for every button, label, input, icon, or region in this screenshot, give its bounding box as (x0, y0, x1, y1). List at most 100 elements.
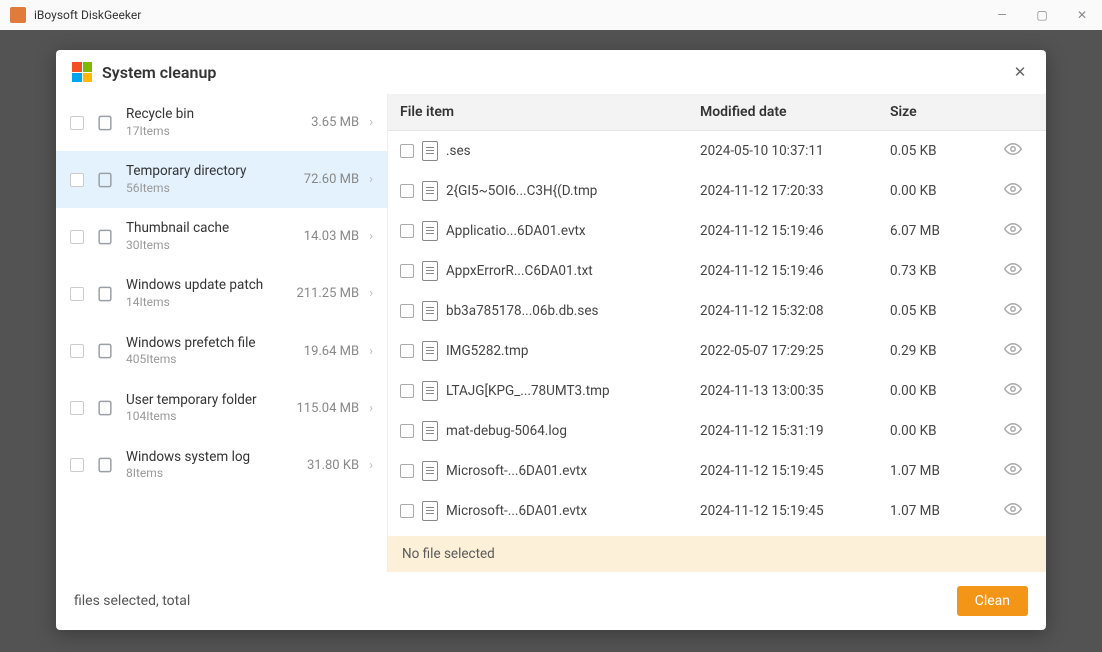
sidebar-item-user-temporary-folder[interactable]: User temporary folder104Items115.04 MB› (56, 380, 387, 437)
preview-icon[interactable] (1004, 180, 1034, 202)
close-dialog-button[interactable]: ✕ (1010, 62, 1030, 82)
preview-icon[interactable] (1004, 300, 1034, 322)
category-checkbox[interactable] (70, 116, 84, 130)
file-checkbox[interactable] (400, 224, 414, 238)
category-icon (94, 340, 116, 362)
file-name: bb3a785178...06b.db.ses (446, 303, 598, 319)
category-checkbox[interactable] (70, 173, 84, 187)
file-icon (422, 141, 438, 161)
category-checkbox[interactable] (70, 401, 84, 415)
category-name: User temporary folder (126, 392, 296, 410)
category-size: 14.03 MB (304, 229, 359, 244)
preview-icon[interactable] (1004, 420, 1034, 442)
maximize-button[interactable]: ▢ (1022, 0, 1062, 30)
file-size: 0.29 KB (890, 343, 1004, 359)
preview-icon[interactable] (1004, 460, 1034, 482)
table-row[interactable]: bb3a785178...06b.db.ses 2024-11-12 15:32:… (388, 291, 1046, 331)
file-checkbox[interactable] (400, 424, 414, 438)
category-checkbox[interactable] (70, 230, 84, 244)
file-size: 0.00 KB (890, 383, 1004, 399)
chevron-right-icon: › (369, 344, 373, 359)
category-size: 115.04 MB (296, 401, 359, 416)
file-modified-date: 2024-11-12 15:19:45 (700, 503, 890, 519)
file-checkbox[interactable] (400, 144, 414, 158)
table-row[interactable]: LTAJG[KPG_...78UMT3.tmp2024-11-13 13:00:… (388, 371, 1046, 411)
selection-status: No file selected (388, 536, 1046, 572)
footer-summary: files selected, total (74, 593, 190, 609)
sidebar-item-windows-system-log[interactable]: Windows system log8Items31.80 KB › (56, 437, 387, 494)
category-item-count: 8Items (126, 466, 307, 482)
category-name: Temporary directory (126, 163, 304, 181)
file-size: 1.07 MB (890, 503, 1004, 519)
column-size[interactable]: Size (890, 104, 1004, 120)
system-cleanup-dialog: System cleanup ✕ Recycle bin17Items3.65 … (56, 50, 1046, 630)
file-modified-date: 2024-11-12 15:31:19 (700, 423, 890, 439)
file-checkbox[interactable] (400, 504, 414, 518)
category-item-count: 17Items (126, 124, 311, 140)
category-checkbox[interactable] (70, 458, 84, 472)
sidebar-item-windows-update-patch[interactable]: Windows update patch14Items211.25 MB› (56, 265, 387, 322)
preview-icon[interactable] (1004, 500, 1034, 522)
table-row[interactable]: Microsoft-...6DA01.evtx2024-11-12 15:19:… (388, 451, 1046, 491)
sidebar-item-thumbnail-cache[interactable]: Thumbnail cache30Items14.03 MB› (56, 208, 387, 265)
file-modified-date: 2024-11-12 15:19:46 (700, 263, 890, 279)
category-item-count: 104Items (126, 409, 296, 425)
column-modified-date[interactable]: Modified date (700, 104, 890, 120)
file-checkbox[interactable] (400, 304, 414, 318)
file-modified-date: 2022-05-07 17:29:25 (700, 343, 890, 359)
category-size: 31.80 KB (307, 458, 359, 473)
file-icon (422, 341, 438, 361)
preview-icon[interactable] (1004, 220, 1034, 242)
file-icon (422, 301, 438, 321)
category-checkbox[interactable] (70, 344, 84, 358)
preview-icon[interactable] (1004, 260, 1034, 282)
preview-icon[interactable] (1004, 340, 1034, 362)
category-icon (94, 454, 116, 476)
column-file-item[interactable]: File item (400, 104, 700, 120)
table-row[interactable]: Applicatio...6DA01.evtx2024-11-12 15:19:… (388, 211, 1046, 251)
file-checkbox[interactable] (400, 184, 414, 198)
category-size: 3.65 MB (311, 115, 359, 130)
table-row[interactable]: IMG5282.tmp 2022-05-07 17:29:250.29 KB (388, 331, 1046, 371)
category-icon (94, 112, 116, 134)
app-icon (10, 7, 26, 23)
category-checkbox[interactable] (70, 287, 84, 301)
file-size: 0.00 KB (890, 423, 1004, 439)
table-row[interactable]: 2{GI5~5OI6...C3H{(D.tmp2024-11-12 17:20:… (388, 171, 1046, 211)
file-table-header: File item Modified date Size (388, 94, 1046, 131)
dialog-title: System cleanup (102, 63, 216, 82)
table-row[interactable]: AppxErrorR...C6DA01.txt2024-11-12 15:19:… (388, 251, 1046, 291)
table-row[interactable]: Microsoft-...6DA01.evtx2024-11-12 15:19:… (388, 491, 1046, 531)
file-icon (422, 181, 438, 201)
file-checkbox[interactable] (400, 344, 414, 358)
close-window-button[interactable]: ✕ (1062, 0, 1102, 30)
category-size: 19.64 MB (304, 344, 359, 359)
table-row[interactable]: .ses2024-05-10 10:37:110.05 KB (388, 131, 1046, 171)
chevron-right-icon: › (369, 458, 373, 473)
file-modified-date: 2024-05-10 10:37:11 (700, 143, 890, 159)
minimize-button[interactable]: — (982, 0, 1022, 30)
file-checkbox[interactable] (400, 384, 414, 398)
file-table-body: .ses2024-05-10 10:37:110.05 KB2{GI5~5OI6… (388, 131, 1046, 536)
sidebar-item-windows-prefetch-file[interactable]: Windows prefetch file405Items19.64 MB› (56, 323, 387, 380)
table-row[interactable]: mat-debug-5064.log2024-11-12 15:31:190.0… (388, 411, 1046, 451)
file-checkbox[interactable] (400, 464, 414, 478)
window-title: iBoysoft DiskGeeker (34, 8, 141, 22)
category-icon (94, 397, 116, 419)
category-item-count: 30Items (126, 238, 304, 254)
category-name: Windows update patch (126, 277, 296, 295)
sidebar-item-recycle-bin[interactable]: Recycle bin17Items3.65 MB› (56, 94, 387, 151)
file-modified-date: 2024-11-12 15:32:08 (700, 303, 890, 319)
windows-logo-icon (72, 62, 92, 82)
preview-icon[interactable] (1004, 140, 1034, 162)
preview-icon[interactable] (1004, 380, 1034, 402)
file-checkbox[interactable] (400, 264, 414, 278)
category-name: Windows prefetch file (126, 335, 304, 353)
category-name: Windows system log (126, 449, 307, 467)
file-icon (422, 421, 438, 441)
file-name: IMG5282.tmp (446, 343, 528, 359)
file-name: LTAJG[KPG_...78UMT3.tmp (446, 383, 610, 399)
sidebar-item-temporary-directory[interactable]: Temporary directory56Items72.60 MB› (56, 151, 387, 208)
clean-button[interactable]: Clean (957, 586, 1028, 616)
file-name: .ses (446, 143, 471, 159)
